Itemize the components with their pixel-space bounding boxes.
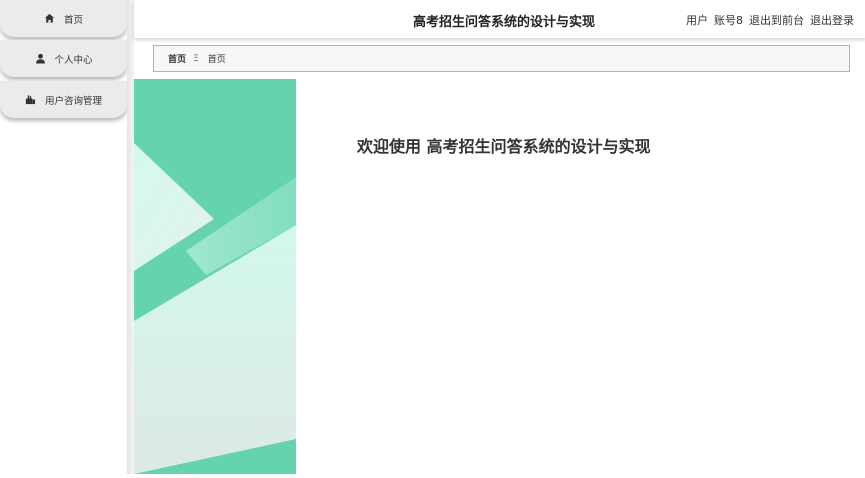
sidebar: 首页 个人中心 用户咨询管理 (0, 0, 134, 474)
breadcrumb: 首页 Ξ 首页 (153, 45, 850, 72)
sidebar-item-profile[interactable]: 个人中心 (0, 40, 127, 77)
sidebar-item-label: 首页 (63, 14, 83, 26)
decorative-panel (134, 79, 296, 474)
user-account: 账号8 (714, 14, 743, 27)
page-title: 高考招生问答系统的设计与实现 (413, 15, 596, 30)
breadcrumb-separator-icon: Ξ (193, 53, 199, 64)
exit-to-front-link[interactable]: 退出到前台 (749, 12, 804, 28)
breadcrumb-current: 首页 (207, 55, 226, 65)
decorative-graphic (134, 79, 296, 474)
sidebar-item-label: 个人中心 (54, 54, 93, 66)
user-role: 用户 (686, 14, 708, 27)
home-icon (44, 13, 56, 25)
breadcrumb-home[interactable]: 首页 (168, 52, 186, 65)
top-header: 高考招生问答系统的设计与实现 用户 账号8 退出到前台 退出登录 (134, 0, 865, 38)
logout-link[interactable]: 退出登录 (810, 12, 854, 28)
consult-icon (25, 94, 37, 106)
sidebar-item-label: 用户咨询管理 (44, 95, 102, 107)
user-icon (34, 53, 46, 65)
sidebar-item-home[interactable]: 首页 (0, 0, 127, 37)
sidebar-item-consult[interactable]: 用户咨询管理 (0, 81, 127, 118)
header-user-area: 用户 账号8 退出到前台 退出登录 (686, 12, 854, 28)
sidebar-divider (127, 0, 134, 474)
welcome-heading: 欢迎使用 高考招生问答系统的设计与实现 (357, 137, 651, 156)
